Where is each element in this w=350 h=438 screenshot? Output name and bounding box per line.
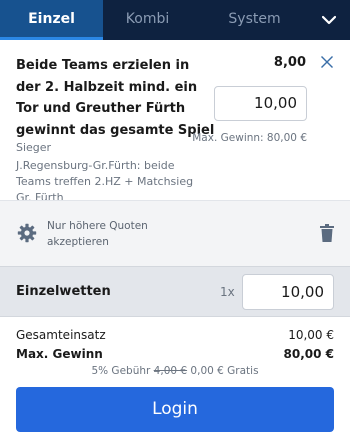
single-bets-stake-input[interactable]: 10,00 bbox=[242, 274, 334, 310]
total-stake-label: Gesamteinsatz bbox=[16, 328, 106, 342]
odds-settings-row: Nur höhere Quoten akzeptieren bbox=[0, 200, 350, 266]
bet-odds: 8,00 bbox=[273, 55, 306, 70]
fee-new-value: 0,00 € Gratis bbox=[190, 365, 259, 377]
fee-prefix: 5% Gebühr bbox=[91, 365, 151, 377]
higher-odds-label: Nur höhere Quoten akzeptieren bbox=[47, 220, 148, 248]
fee-old-value: 4,00 € bbox=[153, 365, 188, 377]
bet-stake-input[interactable]: 10,00 bbox=[214, 86, 307, 121]
bet-market: Sieger bbox=[16, 141, 52, 154]
bet-selection: J.Regensburg-Gr.Fürth: beide Teams treff… bbox=[16, 159, 194, 204]
single-bets-label: Einzelwetten bbox=[16, 284, 111, 299]
bet-max-win: Max. Gewinn: 80,00 € bbox=[192, 132, 307, 144]
trash-icon[interactable] bbox=[320, 224, 334, 242]
max-win-value: 80,00 € bbox=[283, 347, 334, 361]
total-stake-value: 10,00 € bbox=[288, 328, 334, 342]
max-win-label: Max. Gewinn bbox=[16, 347, 103, 361]
single-bets-multiplier: 1x bbox=[220, 285, 235, 299]
bet-type-tabs: Einzel Kombi System bbox=[0, 0, 350, 40]
tab-system[interactable]: System bbox=[192, 0, 317, 40]
login-button[interactable]: Login bbox=[16, 387, 334, 432]
single-bets-row: Einzelwetten 1x 10,00 bbox=[0, 266, 350, 317]
active-tab-indicator bbox=[0, 37, 103, 40]
gear-icon[interactable] bbox=[17, 223, 37, 243]
tab-einzel[interactable]: Einzel bbox=[0, 0, 103, 40]
close-icon[interactable] bbox=[320, 55, 334, 69]
chevron-down-icon[interactable] bbox=[322, 13, 336, 27]
fee-info: 5% Gebühr 4,00 € 0,00 € Gratis bbox=[0, 365, 350, 377]
max-win-row: Max. Gewinn 80,00 € bbox=[16, 347, 334, 361]
total-stake-row: Gesamteinsatz 10,00 € bbox=[16, 328, 334, 342]
tab-kombi[interactable]: Kombi bbox=[103, 0, 192, 40]
bet-title: Beide Teams erzielen in der 2. Halbzeit … bbox=[16, 58, 215, 138]
